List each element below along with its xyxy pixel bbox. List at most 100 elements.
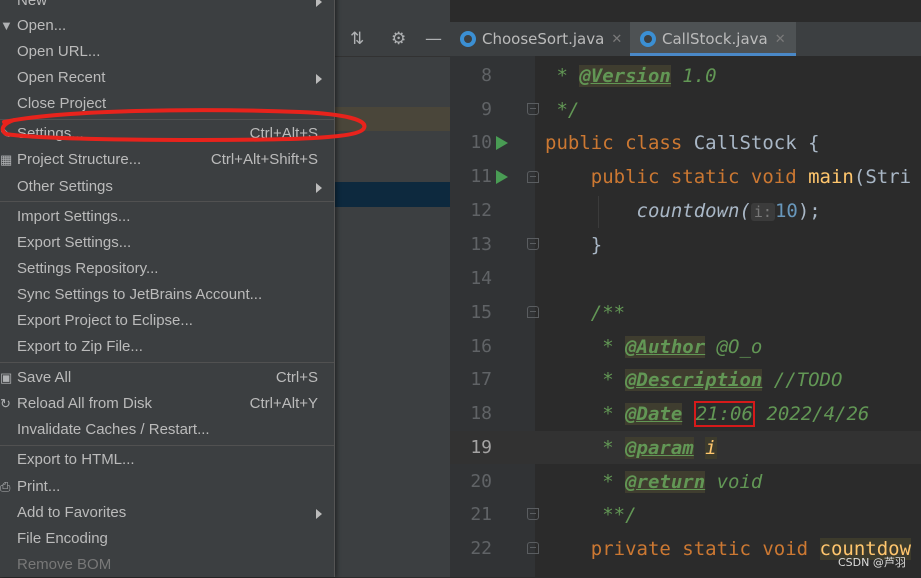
- code-line-19: * @param i: [545, 431, 717, 465]
- menu-item-label: New: [17, 0, 48, 9]
- minimize-icon[interactable]: —: [425, 29, 442, 49]
- number-literal: 10: [774, 200, 798, 222]
- watermark: CSDN @芦羽: [838, 556, 906, 569]
- menu-item-label: Settings...: [17, 125, 84, 142]
- menu-item-shortcut: Ctrl+Alt+Y: [249, 395, 318, 412]
- doc-tag: @Date: [625, 403, 683, 425]
- doc-text: *: [545, 437, 626, 459]
- line-number: 22: [470, 538, 492, 559]
- menu-item-invalidate-caches[interactable]: Invalidate Caches / Restart...: [0, 417, 334, 443]
- menu-item-reload[interactable]: ↻ Reload All from Disk Ctrl+Alt+Y: [0, 391, 334, 417]
- doc-text: *: [545, 336, 626, 358]
- code-line-10: public class CallStock {: [545, 126, 820, 160]
- line-number-current: 19: [470, 437, 492, 458]
- menu-item-project-structure[interactable]: ▦ Project Structure... Ctrl+Alt+Shift+S: [0, 147, 334, 173]
- doc-text: 2022/4/26: [754, 403, 870, 425]
- run-main-icon[interactable]: [496, 170, 508, 184]
- menu-item-label: Open URL...: [17, 43, 101, 60]
- parameter-hint: i:: [750, 203, 775, 221]
- menu-item-label: Project Structure...: [17, 151, 142, 168]
- menu-item-export-settings[interactable]: Export Settings...: [0, 230, 334, 256]
- method-name: main: [808, 166, 854, 188]
- doc-text: 1.0: [670, 65, 717, 87]
- menu-item-print[interactable]: ⎙ Print...: [0, 474, 334, 500]
- file-menu: New ▼ Open... Open URL... Open Recent Clo…: [0, 0, 335, 577]
- menu-item-close-project[interactable]: Close Project: [0, 91, 334, 117]
- fold-icon[interactable]: [527, 508, 539, 520]
- fold-icon[interactable]: [527, 542, 539, 554]
- close-icon[interactable]: ✕: [775, 32, 786, 47]
- tab-callstock[interactable]: CallStock.java ✕: [630, 22, 796, 56]
- menu-item-save-all[interactable]: ▣ Save All Ctrl+S: [0, 365, 334, 391]
- menu-item-sync-settings[interactable]: Sync Settings to JetBrains Account...: [0, 282, 334, 308]
- code-line-8: * @Version 1.0: [545, 59, 717, 93]
- menu-item-label: Invalidate Caches / Restart...: [17, 421, 210, 438]
- menu-item-file-encoding[interactable]: File Encoding: [0, 526, 334, 552]
- menu-item-open[interactable]: ▼ Open...: [0, 13, 334, 39]
- line-number: 15: [470, 302, 492, 323]
- menu-item-export-zip[interactable]: Export to Zip File...: [0, 334, 334, 360]
- doc-text: *: [545, 403, 626, 425]
- menu-separator: [0, 201, 334, 202]
- menu-item-label: Sync Settings to JetBrains Account...: [17, 286, 263, 303]
- menu-item-label: Export Settings...: [17, 234, 132, 251]
- menu-separator: [0, 445, 334, 446]
- java-class-icon: [460, 31, 476, 47]
- project-header: [334, 0, 450, 22]
- java-class-icon: [640, 31, 656, 47]
- doc-text: void: [705, 471, 763, 493]
- menu-item-settings-repository[interactable]: Settings Repository...: [0, 256, 334, 282]
- line-number: 16: [470, 336, 492, 357]
- tab-choosesort[interactable]: ChooseSort.java ✕: [460, 22, 622, 56]
- submenu-arrow-icon: [316, 0, 322, 7]
- menu-separator: [0, 119, 334, 120]
- print-icon: ⎙: [0, 479, 11, 494]
- menu-item-label: Export to Zip File...: [17, 338, 143, 355]
- menu-item-label: Remove BOM: [17, 556, 112, 573]
- tab-label: ChooseSort.java: [482, 30, 605, 48]
- menu-item-add-favorites[interactable]: Add to Favorites: [0, 500, 334, 526]
- wrench-icon: ✎: [0, 126, 11, 141]
- keyword: public class: [545, 132, 694, 154]
- menu-separator: [0, 362, 334, 363]
- menu-item-new[interactable]: New: [0, 0, 334, 14]
- line-number: 14: [470, 268, 492, 289]
- fold-icon[interactable]: [527, 306, 539, 318]
- doc-text: *: [545, 471, 626, 493]
- fold-icon[interactable]: [527, 171, 539, 183]
- keyword: private static void: [545, 538, 820, 560]
- reload-icon: ↻: [0, 396, 11, 411]
- menu-item-export-html[interactable]: Export to HTML...: [0, 447, 334, 473]
- menu-item-shortcut: Ctrl+Alt+S: [249, 125, 318, 142]
- run-class-icon[interactable]: [496, 136, 508, 150]
- project-tree-selection-row[interactable]: [334, 107, 450, 131]
- folder-icon: ▼: [0, 18, 13, 33]
- collapse-all-icon[interactable]: ⇅: [350, 29, 364, 49]
- menu-item-open-url[interactable]: Open URL...: [0, 39, 334, 65]
- menu-item-export-eclipse[interactable]: Export Project to Eclipse...: [0, 308, 334, 334]
- project-structure-icon: ▦: [0, 152, 13, 167]
- code-text: CallStock {: [693, 132, 820, 154]
- menu-item-label: File Encoding: [17, 530, 108, 547]
- fold-icon[interactable]: [527, 238, 539, 250]
- line-number: 10: [470, 132, 492, 153]
- menu-item-other-settings[interactable]: Other Settings: [0, 174, 334, 200]
- menu-item-label: Close Project: [17, 95, 107, 112]
- code-line-16: * @Author @O_o: [545, 330, 762, 364]
- gear-icon[interactable]: ⚙: [391, 29, 406, 49]
- doc-text: *: [545, 369, 626, 391]
- close-icon[interactable]: ✕: [611, 32, 622, 47]
- doc-tag: @return: [625, 471, 706, 493]
- menu-item-import-settings[interactable]: Import Settings...: [0, 204, 334, 230]
- submenu-arrow-icon: [316, 183, 322, 193]
- line-number: 17: [470, 369, 492, 390]
- line-number: 18: [470, 403, 492, 424]
- line-number: 9: [481, 99, 492, 120]
- method-call: countdown(: [545, 200, 751, 222]
- menu-item-label: Print...: [17, 478, 61, 495]
- doc-param-name: i: [705, 437, 717, 459]
- fold-icon[interactable]: [527, 103, 539, 115]
- project-tree-focused-row[interactable]: [334, 182, 450, 207]
- menu-item-settings[interactable]: ✎ Settings... Ctrl+Alt+S: [0, 121, 334, 147]
- menu-item-open-recent[interactable]: Open Recent: [0, 65, 334, 91]
